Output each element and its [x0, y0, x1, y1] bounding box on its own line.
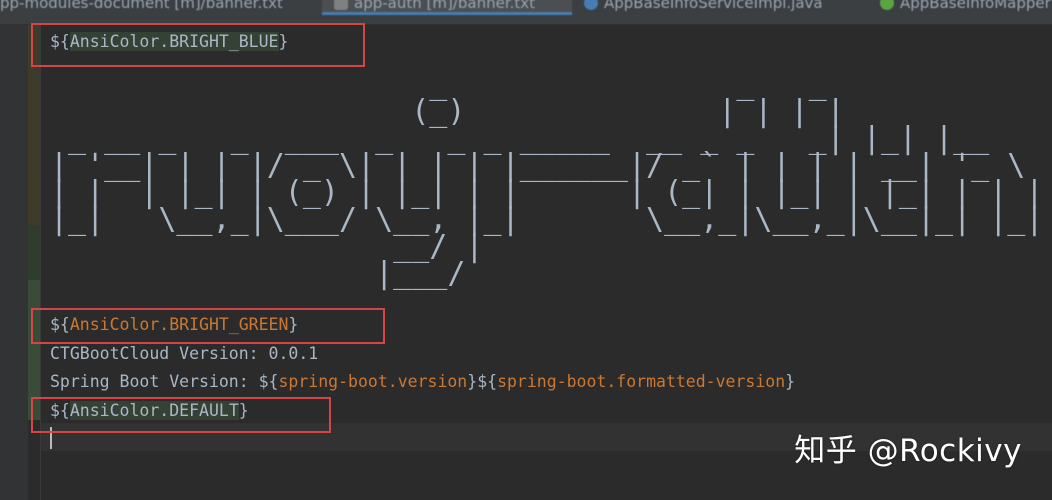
token-ansi-key: AnsiColor.BRIGHT_GREEN — [69, 315, 289, 334]
token-property: spring-boot.formatted-version — [497, 372, 786, 391]
token-suffix: } — [278, 32, 289, 51]
token-suffix: } — [467, 372, 478, 391]
code-line-version[interactable]: CTGBootCloud Version: 0.0.1 — [50, 340, 1050, 369]
tab-mapper[interactable]: AppBaseInfoMapper — [868, 0, 1052, 15]
token-prefix: ${ — [50, 32, 70, 51]
token-prefix: ${ — [50, 400, 70, 420]
code-line-bright-blue[interactable]: ${AnsiColor.BRIGHT_BLUE} — [50, 28, 1050, 57]
token-text: Spring Boot Version: — [50, 372, 259, 391]
ide-window: pp-modules-document [m]/banner.txt app-a… — [0, 0, 1052, 500]
code-line-default[interactable]: ${AnsiColor.DEFAULT} — [50, 397, 1050, 426]
ascii-banner: _ _ _ (_) | | | | _ __ _ _ ___ _ _ _ ___… — [50, 69, 1050, 291]
tab-document-banner[interactable]: pp-modules-document [m]/banner.txt — [0, 0, 322, 15]
code-line-bright-green[interactable]: ${AnsiColor.BRIGHT_GREEN} — [50, 311, 1050, 340]
text-caret — [50, 427, 52, 449]
class-icon — [584, 0, 598, 10]
tab-label: app-auth [m]/banner.txt — [354, 0, 536, 12]
tab-label: AppBaseInfoMapper — [900, 0, 1051, 12]
tab-label: AppBaseInfoServiceImpl.java — [604, 0, 823, 12]
token-suffix: } — [785, 372, 796, 391]
token-prefix: ${ — [258, 372, 279, 391]
watermark-text: 知乎 @Rockivy — [794, 433, 1022, 469]
tab-auth-banner[interactable]: app-auth [m]/banner.txt — [322, 0, 572, 15]
code-line-spring-version[interactable]: Spring Boot Version: ${spring-boot.versi… — [50, 368, 1050, 397]
editor-tab-bar: pp-modules-document [m]/banner.txt app-a… — [0, 0, 1052, 25]
tab-label: pp-modules-document [m]/banner.txt — [0, 0, 283, 12]
token-suffix: } — [288, 315, 299, 334]
token-ansi-key: AnsiColor.DEFAULT — [69, 400, 239, 420]
tab-service-impl[interactable]: AppBaseInfoServiceImpl.java — [572, 0, 868, 15]
vcs-added-marker — [28, 280, 40, 420]
vcs-change-marker — [28, 225, 40, 280]
code-editor-lower[interactable]: ${AnsiColor.BRIGHT_GREEN} CTGBootCloud V… — [50, 311, 1050, 425]
vcs-change-marker — [28, 25, 40, 225]
token-suffix: } — [238, 400, 249, 420]
token-prefix: ${ — [50, 315, 70, 334]
line-gutter — [0, 25, 28, 500]
ascii-line: |___/ — [50, 255, 466, 291]
code-editor[interactable]: ${AnsiColor.BRIGHT_BLUE} _ _ _ (_) | | |… — [50, 28, 1050, 288]
text-file-icon — [334, 0, 348, 10]
token-prefix: ${ — [477, 372, 498, 391]
token-ansi-key: AnsiColor.BRIGHT_BLUE — [69, 32, 279, 51]
interface-icon — [880, 0, 894, 10]
token-property: spring-boot.version — [278, 372, 468, 391]
